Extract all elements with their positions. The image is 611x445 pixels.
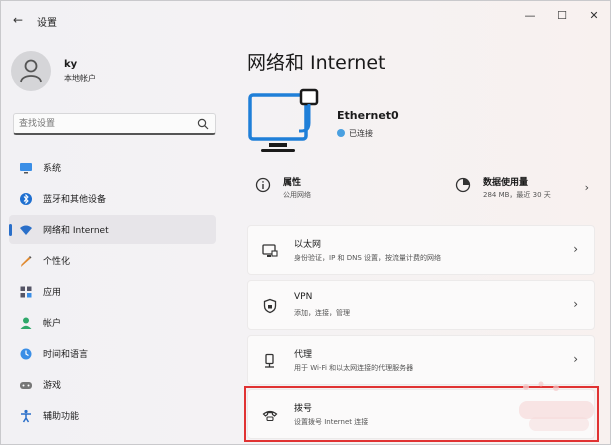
bluetooth-icon [20, 193, 32, 205]
sidebar-item-gaming[interactable]: 游戏 [9, 370, 216, 399]
settings-window: ← 设置 — ☐ ✕ ky 本地帐户 系统 [0, 0, 611, 445]
sidebar-item-label: 应用 [43, 288, 62, 298]
sidebar-item-accounts[interactable]: 帐户 [9, 308, 216, 337]
connected-dot-icon [337, 129, 345, 137]
card-title: VPN [294, 292, 313, 302]
globe-clock-icon [20, 348, 32, 360]
chevron-right-icon: › [573, 297, 578, 311]
blurred-watermark [519, 381, 594, 431]
search-icon[interactable] [197, 118, 209, 130]
sidebar-item-label: 游戏 [43, 381, 62, 391]
chevron-right-icon: › [584, 181, 589, 194]
sidebar-item-label: 辅助功能 [43, 412, 80, 422]
account-type: 本地帐户 [64, 74, 96, 83]
pie-chart-icon [455, 177, 471, 193]
pen-icon [21, 256, 32, 267]
app-title: 设置 [37, 18, 57, 29]
person-icon [20, 59, 42, 83]
card-subtitle: 身份验证，IP 和 DNS 设置，按流量计费的网络 [294, 254, 442, 262]
connection-status: 已连接 [337, 128, 373, 139]
proxy-card[interactable]: 代理 用于 Wi-Fi 和以太网连接的代理服务器 › [247, 335, 595, 385]
back-arrow-icon[interactable]: ← [13, 13, 27, 27]
sidebar-item-label: 系统 [43, 164, 62, 174]
maximize-button[interactable]: ☐ [549, 7, 575, 25]
sidebar-item-personalization[interactable]: 个性化 [9, 246, 216, 275]
close-button[interactable]: ✕ [581, 7, 607, 25]
monitor-icon [20, 163, 32, 174]
sidebar-item-label: 网络和 Internet [43, 226, 109, 236]
card-title: 以太网 [294, 240, 322, 250]
sidebar-nav: 系统 蓝牙和其他设备 网络和 Internet 个性化 应用 帐户 时间和语言 … [9, 153, 216, 432]
sidebar-item-label: 个性化 [43, 257, 71, 267]
connection-status-text: 已连接 [349, 129, 373, 138]
data-usage-subtitle: 284 MB，最近 30 天 [483, 191, 551, 199]
accessibility-icon [21, 409, 31, 423]
network-properties[interactable]: 属性 公用网络 [255, 173, 435, 205]
proxy-icon [265, 353, 274, 368]
sidebar-item-time-language[interactable]: 时间和语言 [9, 339, 216, 368]
vpn-shield-icon [263, 298, 277, 314]
ethernet-device-icon [248, 88, 319, 152]
data-usage[interactable]: 数据使用量 284 MB，最近 30 天 › [455, 173, 595, 205]
gamepad-icon [20, 382, 32, 389]
page-title: 网络和 Internet [247, 52, 386, 74]
title-bar: ← 设置 — ☐ ✕ [1, 1, 611, 35]
sidebar-item-system[interactable]: 系统 [9, 153, 216, 182]
properties-subtitle: 公用网络 [283, 191, 311, 199]
sidebar-item-label: 时间和语言 [43, 350, 89, 360]
chevron-right-icon: › [573, 352, 578, 366]
card-title: 代理 [294, 350, 313, 360]
avatar [11, 51, 51, 91]
device-name: Ethernet0 [337, 109, 399, 122]
wifi-icon [20, 225, 32, 235]
account-icon [20, 317, 32, 329]
card-subtitle: 添加，连接，管理 [294, 309, 350, 317]
user-name: ky [64, 59, 78, 70]
properties-title: 属性 [283, 178, 302, 188]
sidebar-item-apps[interactable]: 应用 [9, 277, 216, 306]
ethernet-card[interactable]: 以太网 身份验证，IP 和 DNS 设置，按流量计费的网络 › [247, 225, 595, 275]
data-usage-title: 数据使用量 [483, 178, 529, 188]
card-subtitle: 用于 Wi-Fi 和以太网连接的代理服务器 [294, 364, 414, 372]
sidebar-item-accessibility[interactable]: 辅助功能 [9, 401, 216, 430]
minimize-button[interactable]: — [517, 7, 543, 25]
vpn-card[interactable]: VPN 添加，连接，管理 › [247, 280, 595, 330]
sidebar-item-network[interactable]: 网络和 Internet [9, 215, 216, 244]
search-input[interactable] [19, 117, 189, 131]
info-icon [255, 177, 271, 193]
sidebar-item-label: 蓝牙和其他设备 [43, 195, 107, 205]
apps-icon [20, 286, 32, 298]
sidebar-item-label: 帐户 [43, 319, 62, 329]
ethernet-icon [262, 244, 278, 257]
settings-search[interactable] [13, 113, 216, 135]
chevron-right-icon: › [573, 242, 578, 256]
sidebar-item-bluetooth[interactable]: 蓝牙和其他设备 [9, 184, 216, 213]
